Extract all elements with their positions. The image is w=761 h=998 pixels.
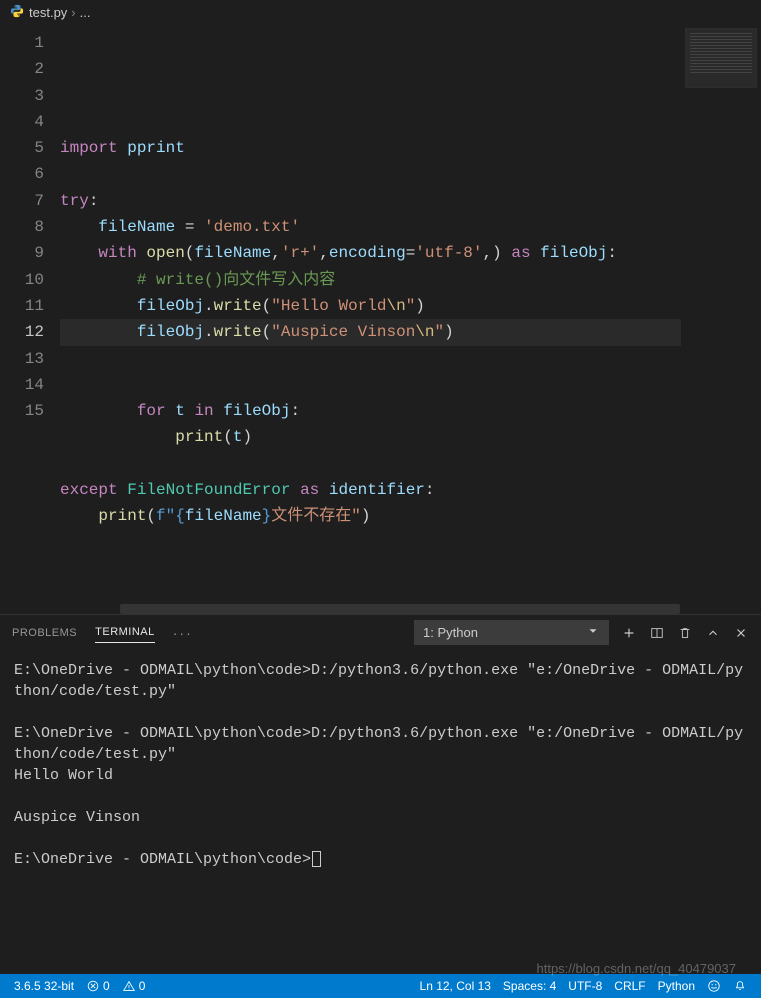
line-number: 13 (0, 346, 44, 372)
minimap[interactable] (681, 24, 761, 614)
status-encoding[interactable]: UTF-8 (562, 979, 608, 993)
line-number: 2 (0, 56, 44, 82)
panel-tabs: PROBLEMS TERMINAL ··· 1: Python (0, 615, 761, 650)
line-number: 1 (0, 30, 44, 56)
status-spaces[interactable]: Spaces: 4 (497, 979, 562, 993)
line-number: 14 (0, 372, 44, 398)
breadcrumb-sep: › (71, 5, 75, 20)
terminal-select-value: 1: Python (423, 625, 478, 640)
line-number: 8 (0, 214, 44, 240)
line-number: 5 (0, 135, 44, 161)
line-number: 6 (0, 161, 44, 187)
status-python-version[interactable]: 3.6.5 32-bit (8, 979, 80, 993)
status-cursor-position[interactable]: Ln 12, Col 13 (414, 979, 497, 993)
python-icon (10, 4, 24, 21)
new-terminal-icon[interactable] (621, 625, 637, 641)
status-bar: 3.6.5 32-bit 0 0 Ln 12, Col 13 Spaces: 4… (0, 974, 761, 998)
tab-problems[interactable]: PROBLEMS (12, 623, 77, 643)
minimap-viewport[interactable] (685, 28, 757, 88)
tab-terminal[interactable]: TERMINAL (95, 622, 155, 643)
tab-more[interactable]: ··· (173, 621, 193, 645)
status-feedback-icon[interactable] (701, 979, 727, 993)
line-number: 9 (0, 240, 44, 266)
horizontal-scrollbar[interactable] (120, 604, 680, 614)
trash-icon[interactable] (677, 625, 693, 641)
chevron-up-icon[interactable] (705, 625, 721, 641)
status-warnings[interactable]: 0 (116, 979, 152, 993)
status-errors[interactable]: 0 (80, 979, 116, 993)
status-language[interactable]: Python (652, 979, 701, 993)
line-number: 15 (0, 398, 44, 424)
line-number: 11 (0, 293, 44, 319)
status-bell-icon[interactable] (727, 979, 753, 993)
line-gutter: 1 2 3 4 5 6 7 8 9 10 11 12 13 14 15 (0, 24, 60, 614)
split-terminal-icon[interactable] (649, 625, 665, 641)
line-number: 7 (0, 188, 44, 214)
terminal-select[interactable]: 1: Python (414, 620, 609, 645)
breadcrumb-more[interactable]: ... (80, 5, 91, 20)
bottom-panel: PROBLEMS TERMINAL ··· 1: Python E:\OneDr… (0, 614, 761, 950)
terminal-output[interactable]: E:\OneDrive - ODMAIL\python\code>D:/pyth… (0, 650, 761, 950)
status-eol[interactable]: CRLF (608, 979, 651, 993)
watermark: https://blog.csdn.net/qq_40479037 (537, 961, 737, 976)
line-number: 4 (0, 109, 44, 135)
line-number: 12 (0, 319, 44, 345)
chevron-down-icon (586, 624, 600, 641)
breadcrumb-file[interactable]: test.py (29, 5, 67, 20)
editor[interactable]: 1 2 3 4 5 6 7 8 9 10 11 12 13 14 15 impo… (0, 24, 761, 614)
line-number: 10 (0, 267, 44, 293)
terminal-cursor (312, 851, 321, 867)
breadcrumb[interactable]: test.py › ... (0, 0, 761, 24)
close-icon[interactable] (733, 625, 749, 641)
line-number: 3 (0, 83, 44, 109)
code-area[interactable]: import pprint try: fileName = 'demo.txt'… (60, 24, 681, 614)
